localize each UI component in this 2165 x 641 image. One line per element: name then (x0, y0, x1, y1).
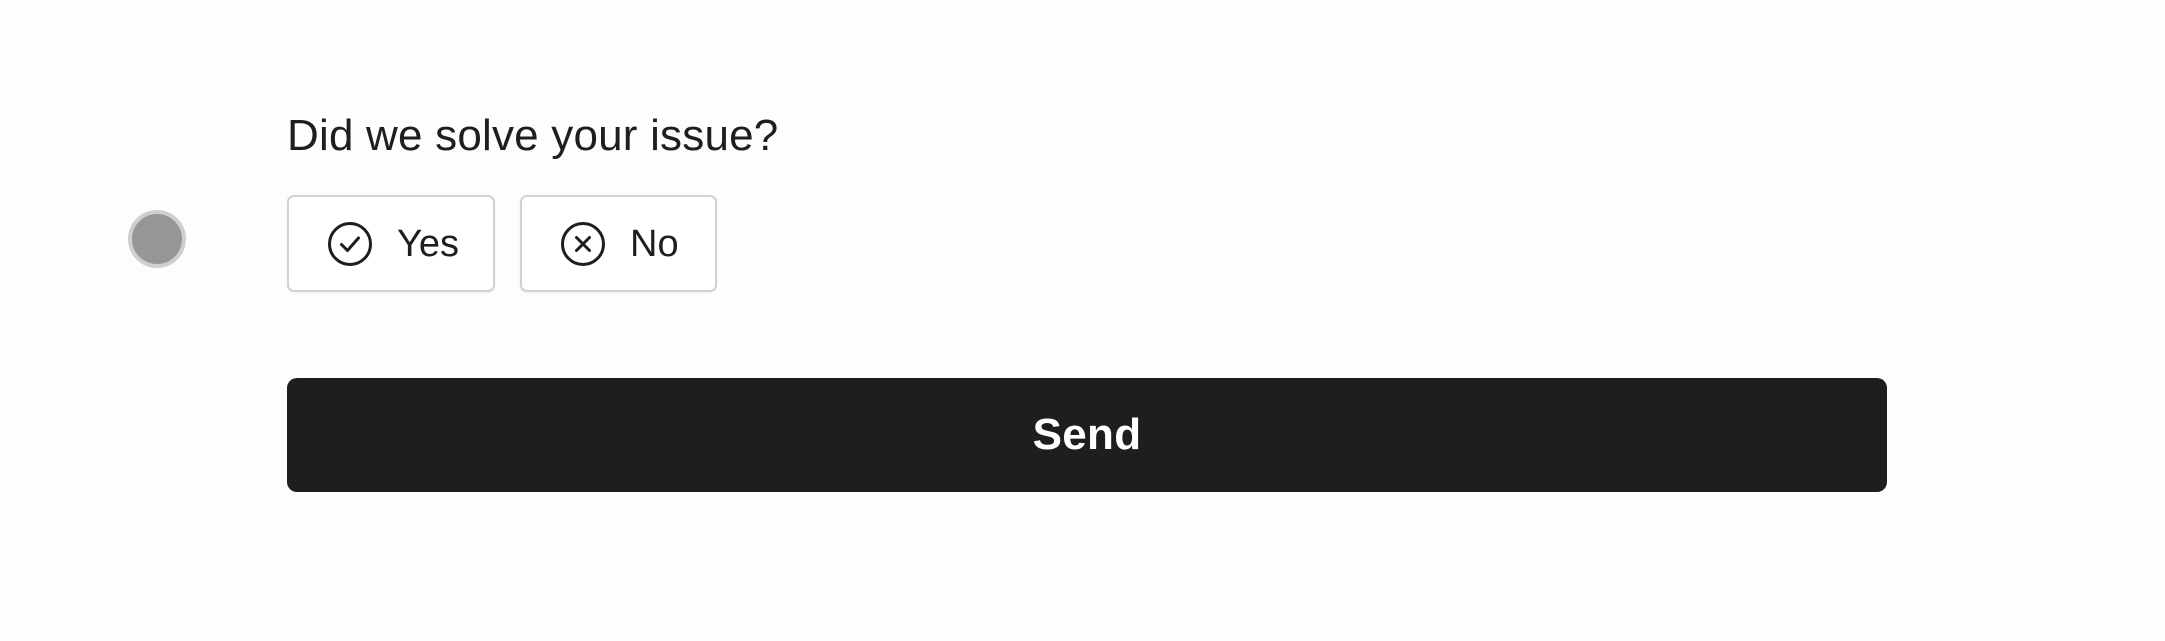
feedback-question: Did we solve your issue? (287, 111, 779, 160)
x-circle-icon (560, 221, 606, 267)
no-option-label: No (630, 222, 679, 265)
no-option-button[interactable]: No (520, 195, 717, 292)
send-button[interactable]: Send (287, 378, 1887, 492)
check-circle-icon (327, 221, 373, 267)
yes-option-label: Yes (397, 222, 459, 265)
status-indicator-dot (128, 210, 186, 268)
send-button-label: Send (1032, 410, 1142, 459)
yes-option-button[interactable]: Yes (287, 195, 495, 292)
